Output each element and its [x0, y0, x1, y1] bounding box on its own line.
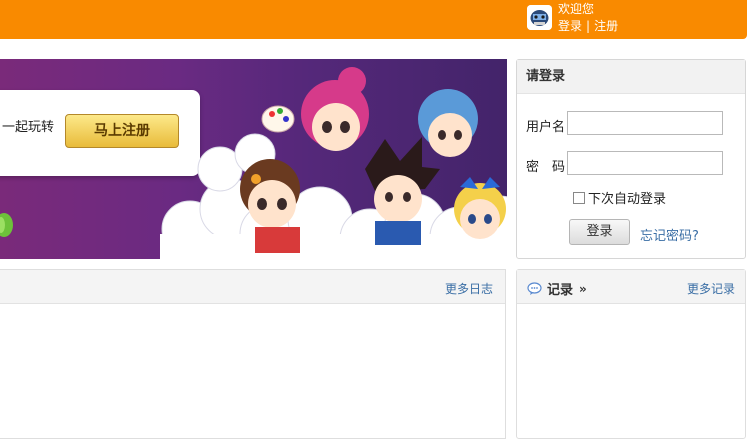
- forgot-password-link[interactable]: 忘记密码?: [640, 225, 699, 244]
- register-link[interactable]: 注册: [594, 19, 618, 33]
- login-panel: 请登录 用户名 密 码 下次自动登录 登录 忘记密码?: [516, 59, 746, 259]
- remember-me-checkbox[interactable]: [573, 191, 585, 204]
- remember-me-row: 下次自动登录: [573, 188, 666, 207]
- welcome-text: 欢迎您: [558, 2, 595, 16]
- avatar[interactable]: [527, 5, 552, 30]
- remember-me-label[interactable]: 下次自动登录: [588, 188, 666, 207]
- records-title-text: 记录: [547, 283, 574, 298]
- more-records-link[interactable]: 更多记录: [687, 280, 735, 297]
- link-separator: |: [586, 19, 591, 33]
- blog-panel-header: 更多日志: [0, 270, 505, 304]
- records-title: 记录 »: [527, 279, 587, 298]
- promo-banner: 一起玩转 马上注册: [0, 59, 507, 259]
- login-panel-title: 请登录: [517, 60, 745, 94]
- records-panel-header: 记录 » 更多记录: [517, 270, 745, 304]
- password-input[interactable]: [567, 151, 723, 175]
- auth-links: 登录 | 注册: [558, 18, 618, 34]
- records-panel: 记录 » 更多记录: [516, 269, 746, 439]
- password-label: 密 码: [526, 160, 566, 175]
- banner-text: 一起玩转: [2, 120, 55, 135]
- cartoon-characters-illustration: [160, 67, 507, 259]
- blog-panel: 更多日志: [0, 269, 506, 439]
- username-label: 用户名: [526, 120, 566, 135]
- top-header-bar: 欢迎您 登录 | 注册: [0, 0, 747, 39]
- login-link[interactable]: 登录: [558, 19, 582, 33]
- leaf-icon: [0, 213, 13, 237]
- speech-bubble-icon: [527, 282, 542, 295]
- username-input[interactable]: [567, 111, 723, 135]
- chevron-right-icon[interactable]: »: [579, 282, 587, 296]
- more-blogs-link[interactable]: 更多日志: [445, 280, 493, 297]
- login-button[interactable]: 登录: [569, 219, 630, 245]
